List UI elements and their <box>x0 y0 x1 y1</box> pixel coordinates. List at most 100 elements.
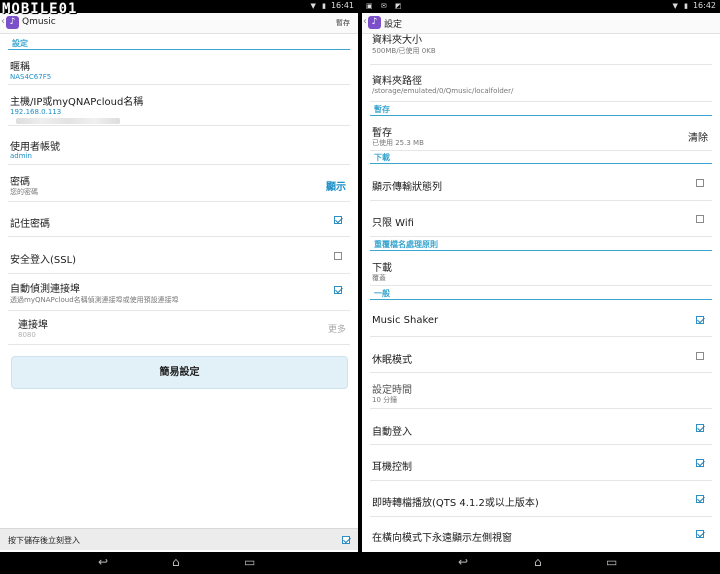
section-label: 設定 <box>8 38 350 50</box>
qmusic-app-icon[interactable]: ♪ <box>368 16 381 29</box>
status-time: 16:42 <box>692 1 716 10</box>
port-label: 連接埠 <box>18 320 48 331</box>
blurred-text <box>16 118 120 124</box>
timer-label: 設定時間 <box>372 385 412 396</box>
easy-setup-button[interactable]: 簡易設定 <box>11 356 348 389</box>
status-time: 16:41 <box>330 1 354 10</box>
signal-icons: ▼ ▮ <box>672 2 690 10</box>
port-row[interactable]: 連接埠 8080 更多 <box>8 312 350 345</box>
back-nav-icon[interactable]: ↩ <box>458 556 468 568</box>
wifi-only-checkbox[interactable] <box>696 215 704 223</box>
music-shaker-label: Music Shaker <box>372 315 439 326</box>
clear-cache-button[interactable]: 清除 <box>688 129 708 144</box>
username-row[interactable]: 使用者帳號 admin <box>8 127 350 165</box>
wifi-only-row[interactable]: 只限 Wifi <box>370 202 712 237</box>
settings-title: 設定 <box>384 20 403 30</box>
landscape-left-pane-label: 在橫向模式下永遠顯示左側視窗 <box>372 533 512 544</box>
status-bar: ▣ ✉ ◩ ▼ ▮ 16:42 <box>362 0 720 13</box>
navigation-bar: ↩ ⌂ ▭ <box>0 552 358 574</box>
back-arrow-icon[interactable]: ‹ <box>363 16 367 27</box>
section-label: 一般 <box>370 288 712 300</box>
nickname-row[interactable]: 暱稱 NAS4C67F5 <box>8 52 350 85</box>
ssl-checkbox[interactable] <box>334 252 342 260</box>
settings-section-header: 設定 <box>0 38 358 50</box>
cache-label: 暫存 <box>372 128 392 139</box>
folder-size-label: 資料夾大小 <box>372 35 422 46</box>
home-nav-icon[interactable]: ⌂ <box>534 556 542 568</box>
navigation-bar: ↩ ⌂ ▭ <box>362 552 720 574</box>
sleep-mode-label: 休眠模式 <box>372 355 412 366</box>
mobile01-watermark: MOBILE01 <box>0 0 128 22</box>
general-section-header: 一般 <box>362 288 720 300</box>
nickname-value: NAS4C67F5 <box>10 73 52 81</box>
save-login-bar[interactable]: 按下儲存後立刻登入 <box>0 528 358 550</box>
download-rule-value: 覆蓋 <box>372 274 386 282</box>
remember-password-checkbox[interactable] <box>334 216 342 224</box>
remember-password-row[interactable]: 記住密碼 <box>8 203 350 237</box>
signal-icons: ▼ ▮ <box>310 2 328 10</box>
landscape-left-pane-checkbox[interactable] <box>696 530 704 538</box>
password-row[interactable]: 密碼 您的密碼 顯示 <box>8 166 350 202</box>
landscape-left-pane-row[interactable]: 在橫向模式下永遠顯示左側視窗 <box>370 518 712 552</box>
auto-login-checkbox[interactable] <box>696 424 704 432</box>
username-value: admin <box>10 152 32 160</box>
download-rule-label: 下載 <box>372 263 392 274</box>
cache-section-header: 暫存 <box>362 104 720 116</box>
timer-row[interactable]: 設定時間 10 分鐘 <box>370 374 712 409</box>
ssl-row[interactable]: 安全登入(SSL) <box>8 238 350 274</box>
port-value: 8080 <box>18 331 36 339</box>
show-password-button[interactable]: 顯示 <box>326 178 346 193</box>
folder-size-value: 500MB/已使用 0KB <box>372 47 436 55</box>
folder-path-label: 資料夾路徑 <box>372 76 422 87</box>
headset-control-checkbox[interactable] <box>696 459 704 467</box>
left-settings-screen: ▼ ▮ 16:41 MOBILE01 ‹ ♪ Qmusic 暫存 設定 暱稱 N… <box>0 0 358 574</box>
wifi-only-label: 只限 Wifi <box>372 218 414 229</box>
remember-password-label: 記住密碼 <box>10 219 50 230</box>
show-transfer-checkbox[interactable] <box>696 179 704 187</box>
timer-value: 10 分鐘 <box>372 396 398 404</box>
port-more-button[interactable]: 更多 <box>328 322 346 335</box>
folder-size-row[interactable]: 資料夾大小 500MB/已使用 0KB <box>370 34 712 65</box>
instant-transcode-checkbox[interactable] <box>696 495 704 503</box>
show-transfer-label: 顯示傳輸狀態列 <box>372 182 442 193</box>
auto-login-label: 自動登入 <box>372 427 412 438</box>
settings-content: 設定 暱稱 NAS4C67F5 主機/IP或myQNAPcloud名稱 192.… <box>0 34 358 552</box>
host-label: 主機/IP或myQNAPcloud名稱 <box>10 97 144 108</box>
action-bar: ‹ ♪ 設定 <box>362 13 720 34</box>
folder-path-value: /storage/emulated/0/Qmusic/localfolder/ <box>372 87 514 95</box>
section-label: 重覆檔名處理原則 <box>370 239 712 251</box>
right-settings-screen: ▣ ✉ ◩ ▼ ▮ 16:42 ‹ ♪ 設定 資料夾大小 500MB/已使用 0… <box>362 0 720 574</box>
home-nav-icon[interactable]: ⌂ <box>172 556 180 568</box>
save-login-label: 按下儲存後立刻登入 <box>8 536 80 545</box>
music-shaker-row[interactable]: Music Shaker <box>370 302 712 337</box>
auto-detect-port-checkbox[interactable] <box>334 286 342 294</box>
sleep-mode-checkbox[interactable] <box>696 352 704 360</box>
section-label: 暫存 <box>370 104 712 116</box>
watermark-text: MOBILE01 <box>2 1 78 17</box>
auto-detect-port-label: 自動偵測連接埠 <box>10 284 80 295</box>
settings-content: 資料夾大小 500MB/已使用 0KB 資料夾路徑 /storage/emula… <box>362 34 720 552</box>
notification-icons: ▣ ✉ ◩ <box>366 2 405 10</box>
show-transfer-row[interactable]: 顯示傳輸狀態列 <box>370 166 712 201</box>
recents-nav-icon[interactable]: ▭ <box>244 556 255 568</box>
sleep-mode-row[interactable]: 休眠模式 <box>370 338 712 373</box>
folder-path-row[interactable]: 資料夾路徑 /storage/emulated/0/Qmusic/localfo… <box>370 66 712 102</box>
save-login-checkbox[interactable] <box>342 536 350 544</box>
instant-transcode-label: 即時轉檔播放(QTS 4.1.2或以上版本) <box>372 498 539 509</box>
headset-control-row[interactable]: 耳機控制 <box>370 446 712 481</box>
host-value: 192.168.0.113 <box>10 108 62 116</box>
back-nav-icon[interactable]: ↩ <box>98 556 108 568</box>
cache-row[interactable]: 暫存 已使用 25.3 MB 清除 <box>370 118 712 151</box>
cache-used: 已使用 25.3 MB <box>372 139 424 147</box>
host-row[interactable]: 主機/IP或myQNAPcloud名稱 192.168.0.113 <box>8 86 350 126</box>
save-action-button[interactable]: 暫存 <box>336 18 350 28</box>
recents-nav-icon[interactable]: ▭ <box>606 556 617 568</box>
auto-login-row[interactable]: 自動登入 <box>370 410 712 445</box>
download-rule-row[interactable]: 下載 覆蓋 <box>370 253 712 286</box>
auto-detect-port-desc: 透過myQNAPcloud名稱偵測連接埠或使用預設連接埠 <box>10 296 179 304</box>
music-shaker-checkbox[interactable] <box>696 316 704 324</box>
auto-detect-port-row[interactable]: 自動偵測連接埠 透過myQNAPcloud名稱偵測連接埠或使用預設連接埠 <box>8 275 350 311</box>
password-label: 密碼 <box>10 177 30 188</box>
ssl-label: 安全登入(SSL) <box>10 255 77 266</box>
instant-transcode-row[interactable]: 即時轉檔播放(QTS 4.1.2或以上版本) <box>370 482 712 517</box>
